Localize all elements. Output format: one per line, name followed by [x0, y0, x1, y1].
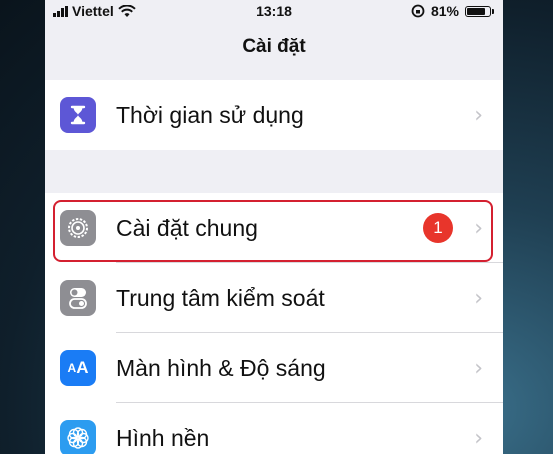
row-label: Trung tâm kiểm soát — [116, 284, 325, 311]
status-right: 81% — [411, 3, 494, 19]
chevron-right-icon: › — [474, 355, 483, 381]
row-label: Thời gian sử dụng — [116, 101, 304, 128]
row-screen-time[interactable]: Thời gian sử dụng › — [45, 80, 503, 150]
chevron-right-icon: › — [474, 102, 483, 128]
rotation-lock-icon — [411, 4, 425, 18]
status-bar: Viettel 13:18 81% — [45, 0, 503, 24]
text-size-icon: AA — [60, 350, 96, 386]
row-wallpaper[interactable]: Hình nền › — [45, 403, 503, 454]
hourglass-icon — [60, 97, 96, 133]
battery-percent: 81% — [430, 3, 459, 19]
battery-icon — [465, 5, 494, 17]
row-control-center[interactable]: Trung tâm kiểm soát › — [45, 263, 503, 333]
page-title: Cài đặt — [242, 36, 306, 57]
row-label: Màn hình & Độ sáng — [116, 354, 326, 381]
chevron-right-icon: › — [474, 425, 483, 451]
highlight-outline — [53, 200, 493, 262]
toggles-icon — [60, 280, 96, 316]
row-display-brightness[interactable]: AA Màn hình & Độ sáng › — [45, 333, 503, 403]
row-label: Hình nền — [116, 424, 210, 451]
settings-screen: Viettel 13:18 81% Cài đặt Thời gian sử d… — [45, 0, 503, 454]
chevron-right-icon: › — [474, 285, 483, 311]
settings-group-1: Thời gian sử dụng › — [45, 80, 503, 150]
flower-icon — [60, 420, 96, 454]
